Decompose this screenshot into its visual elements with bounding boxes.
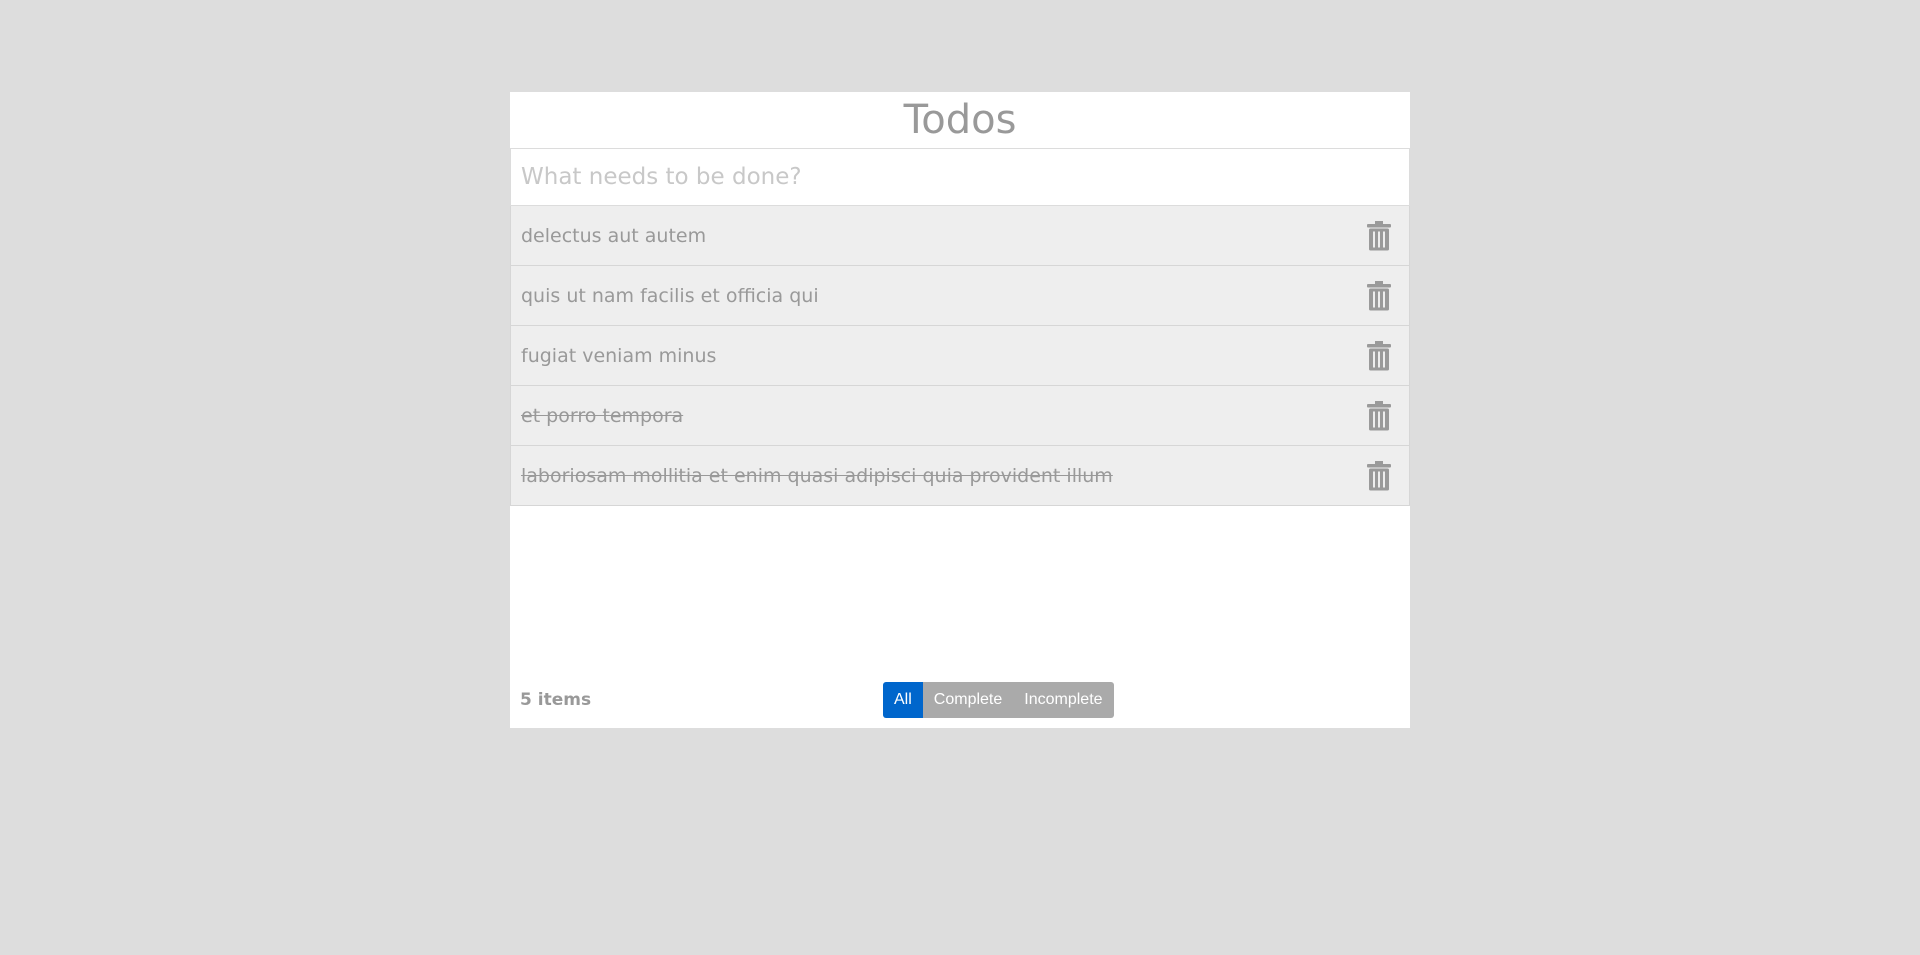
filter-group: All Complete Incomplete bbox=[883, 682, 1114, 718]
trash-icon bbox=[1367, 220, 1391, 250]
todo-item[interactable]: quis ut nam facilis et officia qui bbox=[510, 266, 1410, 326]
trash-icon bbox=[1367, 340, 1391, 370]
delete-button[interactable] bbox=[1359, 336, 1399, 376]
delete-button[interactable] bbox=[1359, 216, 1399, 256]
todo-text[interactable]: fugiat veniam minus bbox=[521, 345, 1359, 367]
todo-text[interactable]: quis ut nam facilis et officia qui bbox=[521, 285, 1359, 307]
item-count: 5 items bbox=[520, 690, 592, 710]
trash-icon bbox=[1367, 460, 1391, 490]
filter-all-button[interactable]: All bbox=[883, 682, 923, 718]
todo-list: delectus aut autem quis ut nam facilis e… bbox=[510, 206, 1410, 506]
todo-app: Todos delectus aut autem quis ut nam fac… bbox=[510, 92, 1410, 728]
todo-text[interactable]: delectus aut autem bbox=[521, 225, 1359, 247]
app-title: Todos bbox=[510, 92, 1410, 149]
filter-complete-button[interactable]: Complete bbox=[922, 682, 1014, 718]
todo-item[interactable]: laboriosam mollitia et enim quasi adipis… bbox=[510, 446, 1410, 506]
delete-button[interactable] bbox=[1359, 456, 1399, 496]
todo-item[interactable]: delectus aut autem bbox=[510, 206, 1410, 266]
new-todo-input[interactable] bbox=[510, 149, 1410, 206]
trash-icon bbox=[1367, 280, 1391, 310]
delete-button[interactable] bbox=[1359, 396, 1399, 436]
todo-text[interactable]: et porro tempora bbox=[521, 405, 1359, 427]
todo-item[interactable]: et porro tempora bbox=[510, 386, 1410, 446]
trash-icon bbox=[1367, 400, 1391, 430]
todo-item[interactable]: fugiat veniam minus bbox=[510, 326, 1410, 386]
filter-incomplete-button[interactable]: Incomplete bbox=[1013, 682, 1114, 718]
delete-button[interactable] bbox=[1359, 276, 1399, 316]
todo-text[interactable]: laboriosam mollitia et enim quasi adipis… bbox=[521, 465, 1359, 487]
todo-footer: 5 items All Complete Incomplete bbox=[510, 682, 1410, 718]
